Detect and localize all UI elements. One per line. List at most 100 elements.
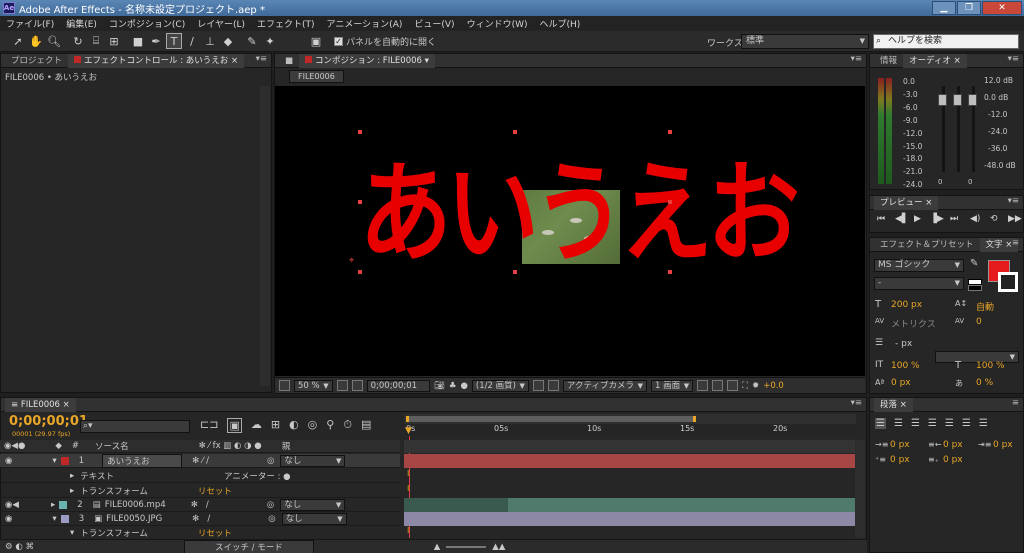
reset-link[interactable]: リセット [198, 485, 232, 497]
time-ruler[interactable] [404, 424, 856, 436]
align-right-icon[interactable]: ☰ [911, 418, 920, 429]
expand-icon[interactable]: ▸ [70, 486, 74, 496]
loop-icon[interactable]: ⟲ [990, 214, 998, 224]
auto-keyframe-icon[interactable]: ⏱ [343, 418, 352, 433]
minimize-button[interactable]: ▁ [932, 1, 956, 15]
menu-effect[interactable]: エフェクト(T) [257, 17, 315, 30]
visibility-icon[interactable]: ◉ [5, 514, 12, 524]
pixel-aspect-icon[interactable] [697, 380, 709, 391]
pen-tool-icon[interactable]: ✒ [148, 33, 164, 49]
roi-icon[interactable] [532, 380, 544, 391]
layer-name[interactable]: FILE0006.mp4 [105, 500, 191, 510]
justify-center-icon[interactable]: ☰ [945, 418, 954, 429]
expand-icon[interactable]: ▾ [70, 528, 74, 538]
font-style-select[interactable]: - ▼ [874, 277, 964, 290]
menu-help[interactable]: ヘルプ(H) [539, 17, 580, 30]
space-before-value[interactable]: 0 px [890, 455, 910, 465]
tab-effects-presets[interactable]: エフェクト＆プリセット [874, 238, 980, 252]
ram-preview-icon[interactable]: ▶▶ [1008, 214, 1022, 224]
timeline-scrollbar[interactable] [855, 440, 865, 538]
camera-select[interactable]: アクティブカメラ ▼ [562, 379, 647, 392]
eraser-tool-icon[interactable]: ◆ [220, 33, 236, 49]
first-frame-icon[interactable]: ⏮ [877, 214, 885, 224]
show-snapshot-icon[interactable]: ♣ [449, 381, 457, 391]
visibility-icon[interactable]: ◉ [5, 456, 12, 466]
bbox-handle[interactable] [668, 200, 672, 204]
stroke-color-swatch[interactable] [998, 272, 1018, 292]
menu-composition[interactable]: コンポジション(C) [109, 17, 185, 30]
bbox-handle[interactable] [513, 270, 517, 274]
lock-icon[interactable]: ■ [279, 54, 299, 68]
channel-icon[interactable]: ● [460, 381, 467, 391]
menu-layer[interactable]: レイヤー(L) [197, 17, 245, 30]
expand-icon[interactable]: ▾ [52, 514, 56, 524]
property-row-transform[interactable]: ▾ トランスフォーム リセット [0, 526, 400, 540]
hand-tool-icon[interactable]: ✋ [28, 33, 44, 49]
panel-menu-icon[interactable]: ▾≡ [1008, 54, 1019, 64]
space-after-value[interactable]: 0 px [943, 455, 963, 465]
tab-project[interactable]: プロジェクト [5, 54, 68, 68]
zoom-select[interactable]: 50 % ▼ [294, 379, 333, 392]
puppet-tool-icon[interactable]: ✦ [262, 33, 278, 49]
tab-paragraph[interactable]: 段落 × [874, 397, 913, 412]
layer-name[interactable]: FILE0050.JPG [106, 514, 192, 524]
workspace-select[interactable]: 標準 ▼ [741, 34, 869, 49]
text-tool-icon[interactable]: T [166, 33, 182, 49]
bbox-handle[interactable] [358, 130, 362, 134]
bbox-handle[interactable] [513, 130, 517, 134]
zoom-tool-icon[interactable]: 🔍︎ [46, 33, 62, 49]
brainstorm-icon[interactable]: ⚲ [326, 418, 334, 433]
layer-bar-3[interactable] [404, 512, 856, 526]
leading-value[interactable]: 自動 [976, 300, 994, 313]
menu-view[interactable]: ビュー(V) [414, 17, 454, 30]
help-search-input[interactable]: ⌕ ヘルプを検索 [873, 34, 1019, 49]
column-parent[interactable]: 親 [282, 440, 291, 452]
align-left-icon[interactable]: ☰ [875, 418, 886, 429]
tsume-value[interactable]: 0 % [976, 378, 993, 388]
bbox-handle[interactable] [668, 130, 672, 134]
bbox-handle[interactable] [358, 270, 362, 274]
layer-switches-icon[interactable]: ✻ / [191, 500, 209, 510]
font-size-value[interactable]: 200 px [891, 300, 922, 310]
expand-icon[interactable]: ▸ [51, 500, 55, 510]
rotate-tool-icon[interactable]: ↻ [70, 33, 86, 49]
zoom-in-icon[interactable]: ▲▲ [492, 542, 505, 552]
panel-menu-icon[interactable]: ▾≡ [1008, 196, 1019, 206]
layer-row-1[interactable]: ◉ ▾ 1 あいうえお ✻ ⁄ / ◎ なし ▼ [0, 453, 400, 468]
eyedropper-icon[interactable]: ✎ [970, 258, 978, 269]
timecode-field[interactable]: 0;00;00;01 [366, 379, 431, 392]
black-swatch[interactable] [968, 285, 982, 291]
label-color-aqua[interactable] [59, 500, 68, 509]
layer-bar-1[interactable] [404, 454, 856, 468]
tab-preview[interactable]: プレビュー × [874, 195, 939, 210]
composition-mini-flowchart-icon[interactable]: ⊏⊐ [200, 418, 218, 433]
audio-slider-knob[interactable] [938, 94, 947, 106]
audio-icon[interactable]: ◀) [970, 214, 980, 224]
composition-viewer[interactable]: あいうえお ⌖ [275, 86, 865, 376]
layer-row-3[interactable]: ◉ ▾ 3 ▣ FILE0050.JPG ✻ / ◎ なし ▼ [0, 512, 400, 526]
next-frame-icon[interactable]: ▐▶ [930, 214, 944, 224]
tab-effect-controls[interactable]: エフェクトコントロール : あいうえお × [68, 53, 245, 68]
justify-right-icon[interactable]: ☰ [962, 418, 971, 429]
layer-name[interactable]: あいうえお [102, 453, 183, 468]
audio-slider-knob[interactable] [968, 94, 977, 106]
reset-link[interactable]: リセット [198, 527, 232, 539]
tab-audio[interactable]: オーディオ × [903, 53, 967, 68]
panel-menu-icon[interactable]: ▾≡ [256, 54, 267, 64]
render-queue-icon[interactable]: ▤ [361, 418, 371, 433]
column-source-name[interactable]: ソース名 [95, 440, 129, 452]
audio-slider-knob[interactable] [953, 94, 962, 106]
pickwhip-icon[interactable]: ◎ [268, 514, 275, 524]
bbox-handle[interactable] [358, 200, 362, 204]
property-row-text[interactable]: ▸ テキスト アニメーター : ● [0, 469, 400, 483]
playhead-icon[interactable]: ▼ [405, 426, 412, 436]
animator-label[interactable]: アニメーター : ● [224, 470, 291, 482]
close-button[interactable]: ✕ [982, 1, 1022, 15]
parent-select[interactable]: なし ▼ [280, 498, 346, 511]
grid-icon[interactable] [336, 380, 348, 391]
tracking-value[interactable]: 0 [976, 317, 982, 327]
baseline-shift-value[interactable]: 0 px [891, 378, 911, 388]
fast-preview-icon[interactable] [712, 380, 724, 391]
brush-tool-icon[interactable]: / [184, 33, 200, 49]
tab-timeline[interactable]: ≡ FILE0006 × [5, 397, 76, 412]
